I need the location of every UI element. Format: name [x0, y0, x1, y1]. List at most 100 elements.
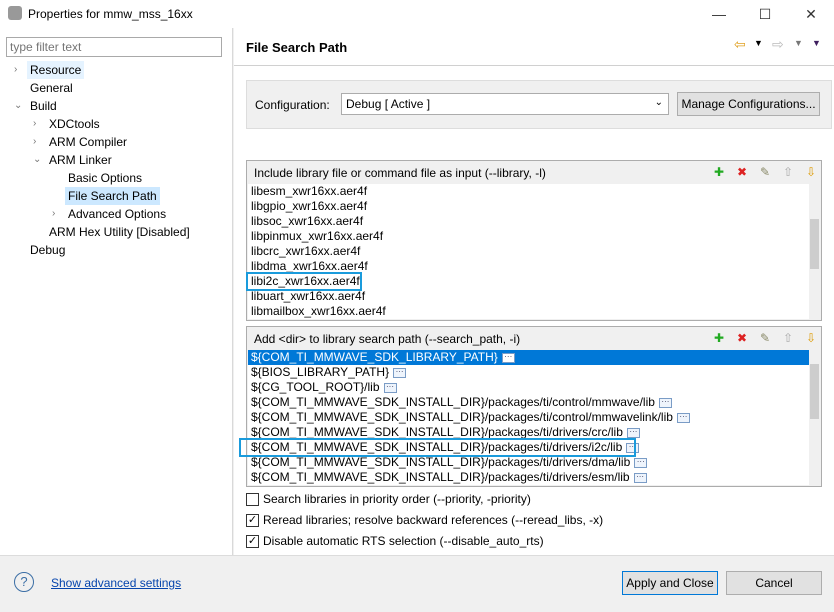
- search-path-scrollbar[interactable]: [809, 350, 820, 485]
- chevron-down-icon[interactable]: ⌄: [33, 151, 41, 169]
- search-path-panel-header: Add <dir> to library search path (--sear…: [254, 332, 521, 346]
- configuration-value: Debug [ Active ]: [346, 97, 431, 111]
- more-icon[interactable]: ···: [633, 472, 647, 483]
- more-icon[interactable]: ···: [626, 427, 640, 438]
- help-icon[interactable]: ?: [14, 572, 34, 592]
- sidebar-item[interactable]: File Search Path: [65, 187, 160, 205]
- main-panel: File Search Path ⇦ ▼ ⇨ ▼ ▼ Configuration…: [234, 28, 834, 555]
- more-icon[interactable]: ···: [676, 412, 690, 423]
- list-item[interactable]: ${COM_TI_MMWAVE_SDK_INSTALL_DIR}/package…: [248, 395, 809, 410]
- manage-configurations-button[interactable]: Manage Configurations...: [677, 92, 820, 116]
- list-item-label: libpinmux_xwr16xx.aer4f: [251, 229, 384, 243]
- library-panel-header: Include library file or command file as …: [254, 166, 546, 180]
- chevron-right-icon[interactable]: ›: [14, 61, 17, 79]
- view-menu-icon[interactable]: ▼: [812, 38, 821, 48]
- list-item-label: ${COM_TI_MMWAVE_SDK_INSTALL_DIR}/package…: [251, 425, 623, 439]
- list-item-label: ${COM_TI_MMWAVE_SDK_INSTALL_DIR}/package…: [251, 410, 673, 424]
- page-title: File Search Path: [246, 40, 348, 55]
- library-list[interactable]: libesm_xwr16xx.aer4f libgpio_xwr16xx.aer4…: [246, 184, 809, 319]
- list-item[interactable]: libuart_xwr16xx.aer4f: [248, 289, 809, 304]
- library-scrollbar[interactable]: [809, 184, 820, 319]
- checkbox[interactable]: ✓: [246, 534, 259, 548]
- highlight-box: [239, 438, 636, 457]
- highlight-box: [246, 272, 362, 291]
- list-item-label: libcrc_xwr16xx.aer4f: [251, 244, 361, 258]
- edit-icon[interactable]: ✎: [757, 164, 773, 180]
- window-title: Properties for mmw_mss_16xx: [28, 7, 193, 21]
- sidebar-item[interactable]: Build: [27, 97, 60, 115]
- app-icon: [8, 6, 22, 20]
- edit-icon[interactable]: ✎: [757, 330, 773, 346]
- chevron-right-icon[interactable]: ›: [33, 115, 36, 133]
- move-down-icon[interactable]: ⇩: [803, 330, 819, 346]
- list-item-label: ${COM_TI_MMWAVE_SDK_INSTALL_DIR}/package…: [251, 470, 630, 484]
- list-item[interactable]: libgpio_xwr16xx.aer4f: [248, 199, 809, 214]
- sidebar-item[interactable]: Advanced Options: [65, 205, 169, 223]
- more-icon[interactable]: ···: [383, 382, 397, 393]
- sidebar-item[interactable]: Basic Options: [65, 169, 145, 187]
- cancel-button[interactable]: Cancel: [726, 571, 822, 595]
- list-item-label: libuart_xwr16xx.aer4f: [251, 289, 366, 303]
- list-item[interactable]: libcrc_xwr16xx.aer4f: [248, 244, 809, 259]
- list-item[interactable]: ${COM_TI_MMWAVE_SDK_INSTALL_DIR}/package…: [248, 410, 809, 425]
- list-item[interactable]: libsoc_xwr16xx.aer4f: [248, 214, 809, 229]
- show-advanced-settings-link[interactable]: Show advanced settings: [51, 576, 181, 590]
- close-button[interactable]: ✕: [788, 0, 834, 28]
- option-label: Search libraries in priority order (--pr…: [263, 492, 531, 506]
- filter-input[interactable]: [6, 37, 222, 57]
- list-item[interactable]: libmailbox_xwr16xx.aer4f: [248, 304, 809, 319]
- delete-icon[interactable]: ✖: [734, 330, 750, 346]
- chevron-right-icon[interactable]: ›: [52, 205, 55, 223]
- move-down-icon[interactable]: ⇩: [803, 164, 819, 180]
- sidebar-item[interactable]: ARM Compiler: [46, 133, 130, 151]
- option-checkbox[interactable]: ✓ Reread libraries; resolve backward refe…: [246, 513, 603, 527]
- list-item[interactable]: ${COM_TI_MMWAVE_SDK_INSTALL_DIR}/package…: [248, 470, 809, 485]
- list-item[interactable]: ${COM_TI_MMWAVE_SDK_LIBRARY_PATH} ···: [248, 350, 809, 365]
- option-label: Reread libraries; resolve backward refer…: [263, 513, 604, 527]
- maximize-button[interactable]: ☐: [742, 0, 788, 28]
- list-item[interactable]: ${BIOS_LIBRARY_PATH} ···: [248, 365, 809, 380]
- chevron-right-icon[interactable]: ›: [33, 133, 36, 151]
- more-icon[interactable]: ···: [501, 352, 515, 363]
- dialog-footer: ? Show advanced settings Apply and Close…: [0, 555, 834, 612]
- option-checkbox[interactable]: ✓ Disable automatic RTS selection (--disa…: [246, 534, 544, 548]
- configuration-select[interactable]: Debug [ Active ] ⌄: [341, 93, 669, 115]
- delete-icon[interactable]: ✖: [734, 164, 750, 180]
- list-item-label: libmailbox_xwr16xx.aer4f: [251, 304, 386, 318]
- more-icon[interactable]: ···: [393, 367, 407, 378]
- list-item-label: libesm_xwr16xx.aer4f: [251, 184, 368, 198]
- option-checkbox[interactable]: Search libraries in priority order (--pr…: [246, 492, 531, 506]
- title-bar: Properties for mmw_mss_16xx — ☐ ✕: [0, 0, 834, 28]
- sidebar: ›ResourceGeneral⌄Build›XDCtools›ARM Comp…: [0, 28, 233, 555]
- list-item[interactable]: ${CG_TOOL_ROOT}/lib ···: [248, 380, 809, 395]
- sidebar-item[interactable]: Resource: [27, 61, 85, 79]
- move-up-icon[interactable]: ⇧: [780, 330, 796, 346]
- list-item[interactable]: libpinmux_xwr16xx.aer4f: [248, 229, 809, 244]
- add-icon[interactable]: ✚: [711, 330, 727, 346]
- checkbox[interactable]: ✓: [246, 513, 259, 527]
- apply-and-close-button[interactable]: Apply and Close: [622, 571, 718, 595]
- forward-menu-icon[interactable]: ▼: [794, 38, 803, 48]
- sidebar-item[interactable]: ARM Hex Utility [Disabled]: [46, 223, 193, 241]
- more-icon[interactable]: ···: [634, 457, 648, 468]
- back-menu-icon[interactable]: ▼: [754, 38, 763, 48]
- more-icon[interactable]: ···: [658, 397, 672, 408]
- list-item-label: libgpio_xwr16xx.aer4f: [251, 199, 368, 213]
- chevron-down-icon[interactable]: ⌄: [14, 97, 22, 115]
- sidebar-item[interactable]: XDCtools: [46, 115, 103, 133]
- move-up-icon[interactable]: ⇧: [780, 164, 796, 180]
- minimize-button[interactable]: —: [696, 0, 742, 28]
- sidebar-item[interactable]: Debug: [27, 241, 68, 259]
- list-item[interactable]: libesm_xwr16xx.aer4f: [248, 184, 809, 199]
- divider: [234, 65, 834, 66]
- sidebar-item[interactable]: ARM Linker: [46, 151, 115, 169]
- list-item[interactable]: ${COM_TI_MMWAVE_SDK_INSTALL_DIR}/package…: [248, 455, 809, 470]
- checkbox[interactable]: [246, 492, 259, 506]
- forward-icon[interactable]: ⇨: [772, 36, 784, 53]
- search-path-list[interactable]: ${COM_TI_MMWAVE_SDK_LIBRARY_PATH} ··· ${BI…: [239, 350, 809, 485]
- list-item-label: ${BIOS_LIBRARY_PATH}: [251, 365, 390, 379]
- add-icon[interactable]: ✚: [711, 164, 727, 180]
- back-icon[interactable]: ⇦: [734, 36, 746, 53]
- sidebar-item[interactable]: General: [27, 79, 76, 97]
- option-label: Disable automatic RTS selection (--disab…: [263, 534, 544, 548]
